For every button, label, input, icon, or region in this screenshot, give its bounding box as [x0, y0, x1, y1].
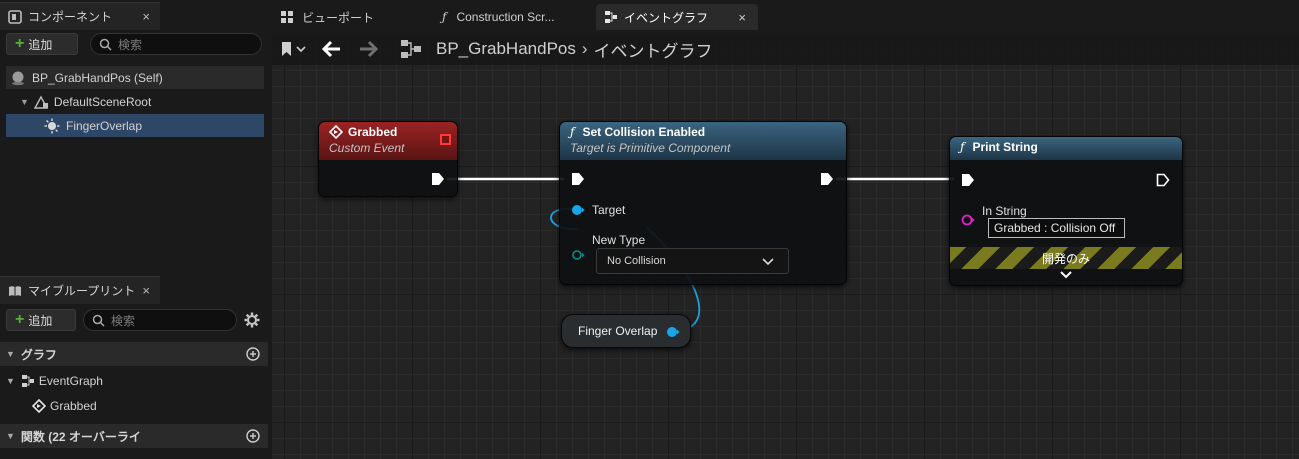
new-type-pin-label: New Type	[592, 233, 646, 247]
grabbed-title: Grabbed	[348, 125, 398, 139]
graphs-section-label: グラフ	[20, 347, 57, 362]
gear-icon[interactable]	[244, 312, 260, 328]
function-icon: ƒ	[570, 125, 575, 139]
expand-chevron-icon[interactable]	[1060, 271, 1072, 279]
functions-section-header[interactable]: ▼ 関数 (22 オーバーライ	[0, 424, 268, 448]
development-only-label: 開発のみ	[1041, 251, 1090, 266]
functions-section-label: 関数 (22 オーバーライ	[20, 429, 141, 444]
search-placeholder: 検索	[111, 313, 136, 328]
function-icon: ƒ	[442, 10, 447, 24]
add-component-button[interactable]: + 追加	[6, 33, 78, 55]
development-only-banner: 開発のみ	[950, 247, 1182, 269]
add-button-label: 追加	[28, 37, 53, 52]
finger-overlap-variable-node[interactable]: Finger Overlap	[561, 314, 691, 348]
tree-item-label: DefaultSceneRoot	[53, 94, 152, 109]
tab-event-graph[interactable]: イベントグラフ ×	[596, 4, 758, 30]
plus-icon: +	[15, 311, 25, 328]
scene-root-icon	[33, 95, 49, 109]
tree-item-label: FingerOverlap	[66, 118, 143, 133]
add-graph-icon[interactable]	[246, 347, 260, 361]
list-item-event-graph[interactable]: ▼ EventGraph	[6, 370, 103, 392]
function-icon: ƒ	[960, 140, 965, 154]
close-icon[interactable]: ×	[142, 9, 150, 24]
add-blueprint-item-button[interactable]: + 追加	[6, 309, 76, 331]
tab-label: イベントグラフ	[624, 10, 709, 25]
string-pin[interactable]	[961, 214, 975, 226]
plus-icon: +	[15, 35, 25, 52]
set-collision-enabled-node[interactable]: ƒ Set Collision Enabled Target is Primit…	[559, 121, 847, 285]
search-placeholder: 検索	[118, 37, 143, 52]
left-column: コンポーネント × + 追加 検索 BP_GrabHandPos (Self) …	[0, 0, 272, 459]
document-tab-bar: ビューポート ƒ Construction Scr... イベントグラフ ×	[272, 0, 1299, 33]
target-object-pin[interactable]	[571, 204, 585, 216]
node-title: Grabbed	[329, 125, 447, 139]
grabbed-subtitle: Custom Event	[329, 141, 405, 155]
add-button-label: 追加	[28, 313, 53, 328]
grabbed-event-label: Grabbed	[50, 399, 97, 413]
set-collision-title: Set Collision Enabled	[582, 125, 706, 139]
finger-overlap-label: Finger Overlap	[578, 324, 658, 338]
tab-construction-script[interactable]: ƒ Construction Scr...	[434, 4, 584, 30]
tab-label: Construction Scr...	[456, 10, 555, 24]
event-graph-label: EventGraph	[38, 374, 103, 388]
collapse-arrow-icon[interactable]: ▼	[6, 376, 15, 386]
book-icon	[8, 284, 22, 298]
my-blueprint-tab-label: マイブループリント	[28, 284, 136, 298]
enum-pin[interactable]	[571, 249, 585, 261]
graphs-section-header[interactable]: ▼ グラフ	[0, 342, 268, 366]
components-search-input[interactable]: 検索	[90, 33, 262, 55]
tree-item-label: BP_GrabHandPos (Self)	[32, 70, 163, 85]
my-blueprint-tab[interactable]: マイブループリント ×	[0, 276, 160, 304]
viewport-grid-icon	[281, 11, 293, 23]
exec-out-pin[interactable]	[1156, 173, 1170, 187]
sphere-collision-icon	[44, 118, 60, 133]
collapse-arrow-icon[interactable]: ▼	[20, 97, 29, 107]
in-string-value: Grabbed : Collision Off	[994, 221, 1116, 235]
node-header[interactable]: ƒ Print String	[950, 137, 1182, 160]
my-blueprint-search-input[interactable]: 検索	[83, 309, 237, 331]
collapse-arrow-icon: ▼	[6, 349, 15, 359]
tree-item-finger-overlap[interactable]: FingerOverlap	[6, 114, 264, 137]
components-tab-label: コンポーネント	[28, 10, 113, 24]
search-icon	[99, 38, 112, 51]
event-diamond-icon	[329, 125, 343, 139]
exec-in-pin[interactable]	[571, 172, 585, 186]
print-string-title: Print String	[972, 140, 1038, 154]
tree-item-default-scene-root[interactable]: ▼ DefaultSceneRoot	[6, 90, 264, 113]
add-function-icon[interactable]	[246, 429, 260, 443]
print-string-node[interactable]: ƒ Print String In String Grabbed : Colli…	[949, 136, 1183, 286]
object-out-pin[interactable]	[666, 326, 680, 338]
event-graph-canvas[interactable]: BP_GrabHandPos › イベントグラフ Grabbed Custom …	[272, 33, 1299, 459]
components-tab[interactable]: コンポーネント ×	[0, 2, 160, 30]
node-title: ƒ Print String	[960, 140, 1172, 154]
delegate-pin-icon[interactable]	[440, 134, 451, 145]
set-collision-subtitle: Target is Primitive Component	[570, 141, 731, 155]
node-header[interactable]: Grabbed Custom Event	[319, 122, 457, 160]
event-graph-icon	[605, 11, 617, 23]
collision-type-dropdown[interactable]: No Collision	[596, 248, 789, 274]
tree-item-self[interactable]: BP_GrabHandPos (Self)	[6, 66, 264, 89]
exec-in-pin[interactable]	[961, 173, 975, 187]
chevron-down-icon	[762, 258, 774, 266]
in-string-pin-label: In String	[982, 204, 1027, 218]
exec-out-pin[interactable]	[820, 172, 834, 186]
actor-sphere-icon	[12, 71, 24, 85]
close-icon[interactable]: ×	[142, 283, 150, 298]
components-icon	[8, 9, 22, 24]
search-icon	[92, 314, 105, 327]
event-diamond-icon	[32, 399, 46, 413]
target-pin-label: Target	[592, 203, 626, 217]
exec-out-pin[interactable]	[431, 172, 445, 186]
grabbed-event-node[interactable]: Grabbed Custom Event	[318, 121, 458, 197]
list-item-grabbed-event[interactable]: Grabbed	[32, 395, 97, 417]
node-title: ƒ Set Collision Enabled	[570, 125, 836, 139]
node-header[interactable]: ƒ Set Collision Enabled Target is Primit…	[560, 122, 846, 160]
dropdown-value: No Collision	[607, 255, 666, 267]
collapse-arrow-icon: ▼	[6, 431, 15, 441]
close-icon[interactable]: ×	[738, 10, 746, 25]
event-graph-icon	[21, 375, 34, 387]
in-string-input[interactable]: Grabbed : Collision Off	[988, 218, 1125, 238]
tab-label: ビューポート	[302, 10, 375, 25]
tab-viewport[interactable]: ビューポート	[272, 4, 422, 30]
